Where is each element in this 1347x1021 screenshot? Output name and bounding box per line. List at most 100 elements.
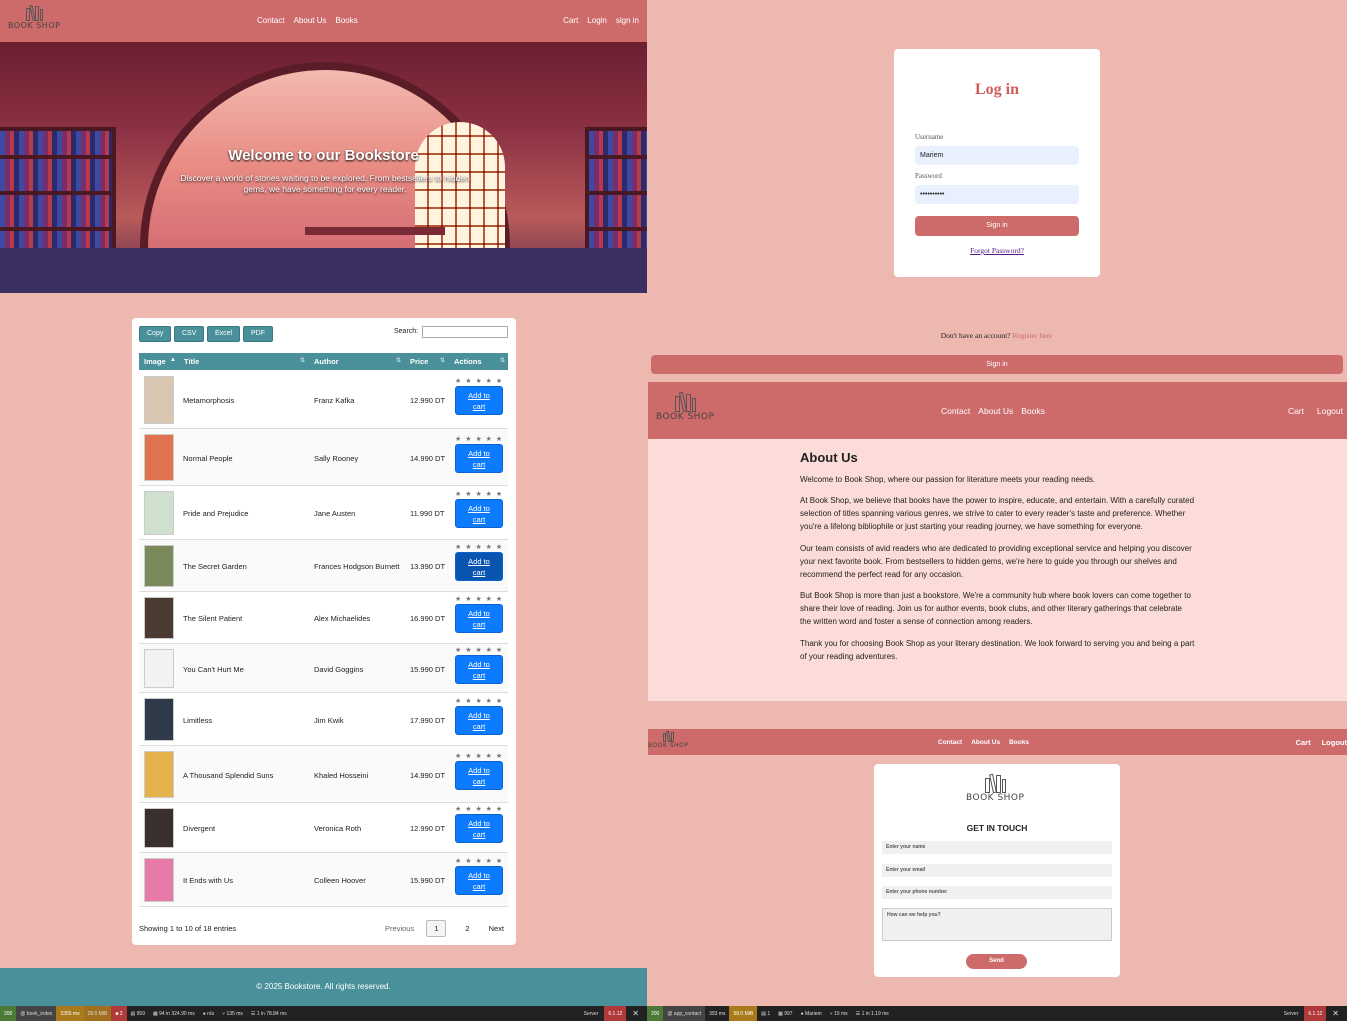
add-to-cart-button[interactable]: Add to cart: [455, 655, 503, 684]
server-info[interactable]: Server: [1284, 1011, 1299, 1017]
nav-about-link[interactable]: About Us: [971, 739, 1000, 746]
previous-page-button[interactable]: Previous: [385, 924, 414, 933]
csv-button[interactable]: CSV: [174, 326, 205, 342]
pagination: Previous 1 2 Next: [385, 920, 504, 937]
user-info[interactable]: ● Mariem: [797, 1006, 826, 1021]
rating-stars[interactable]: ★ ★ ★ ★ ★: [455, 857, 503, 865]
request-time[interactable]: 3355 ms: [56, 1006, 84, 1021]
brand-logo[interactable]: BOOK SHOP: [656, 391, 714, 422]
status-code[interactable]: 200: [0, 1006, 17, 1021]
book-author: Veronica Roth: [314, 824, 362, 833]
memory-usage[interactable]: 58.0 MiB: [729, 1006, 758, 1021]
nav-cart-link[interactable]: Cart: [1288, 406, 1304, 416]
add-to-cart-button[interactable]: Add to cart: [455, 761, 503, 790]
rating-stars[interactable]: ★ ★ ★ ★ ★: [455, 595, 503, 603]
book-cover-image: [144, 698, 174, 741]
nav-cart-link[interactable]: Cart: [1296, 738, 1311, 747]
logs-count[interactable]: ▤ 1: [757, 1006, 774, 1021]
rating-stars[interactable]: ★ ★ ★ ★ ★: [455, 543, 503, 551]
add-to-cart-button[interactable]: Add to cart: [455, 814, 503, 843]
table-row: Limitless Jim Kwik 17.990 DT ★ ★ ★ ★ ★ Add t…: [139, 693, 508, 746]
column-actions[interactable]: Actions: [454, 357, 482, 366]
nav-signin-link[interactable]: sign in: [616, 16, 639, 25]
rating-stars[interactable]: ★ ★ ★ ★ ★: [455, 435, 503, 443]
nav-books-link[interactable]: Books: [1021, 406, 1045, 416]
nav-contact-link[interactable]: Contact: [938, 739, 962, 746]
column-author[interactable]: Author: [314, 357, 339, 366]
cart-label: Add to: [468, 766, 490, 775]
close-icon[interactable]: ✕: [1332, 1009, 1339, 1018]
nav-books-link[interactable]: Books: [1009, 739, 1029, 746]
nav-about-link[interactable]: About Us: [978, 406, 1013, 416]
pdf-button[interactable]: PDF: [243, 326, 273, 342]
add-to-cart-button[interactable]: Add to cart: [455, 499, 503, 528]
rating-stars[interactable]: ★ ★ ★ ★ ★: [455, 646, 503, 654]
username-input[interactable]: Mariem: [915, 146, 1079, 165]
nav-logout-link[interactable]: Logout: [1317, 406, 1343, 416]
signin-button[interactable]: Sign in: [915, 216, 1079, 236]
phone-input[interactable]: Enter your phone number: [882, 886, 1112, 899]
nav-contact-link[interactable]: Contact: [257, 16, 285, 25]
rating-stars[interactable]: ★ ★ ★ ★ ★: [455, 752, 503, 760]
column-image[interactable]: Image: [144, 357, 166, 366]
rating-stars[interactable]: ★ ★ ★ ★ ★: [455, 490, 503, 498]
close-icon[interactable]: ✕: [632, 1009, 639, 1018]
add-to-cart-button[interactable]: Add to cart: [455, 604, 503, 633]
twig-time[interactable]: ⑂ 135 ms: [218, 1006, 247, 1021]
add-to-cart-button[interactable]: Add to cart: [455, 866, 503, 895]
rating-stars[interactable]: ★ ★ ★ ★ ★: [455, 805, 503, 813]
debug-toolbar-left: 200 @ book_index 3355 ms 28.0 MiB ■ 3 ▤ …: [0, 1006, 647, 1021]
search-input[interactable]: [422, 326, 508, 338]
add-to-cart-button[interactable]: Add to cart: [455, 552, 503, 581]
cart-label: cart: [472, 671, 486, 680]
symfony-version[interactable]: 6.1.12: [1304, 1006, 1327, 1021]
send-button[interactable]: Send: [966, 954, 1027, 969]
logs-count[interactable]: ▤ 959: [127, 1006, 149, 1021]
forgot-password-link[interactable]: Forgot Password?: [894, 246, 1100, 255]
table-row: Pride and Prejudice Jane Austen 11.990 DT ★…: [139, 486, 508, 540]
nav-books-link[interactable]: Books: [335, 16, 357, 25]
nav-contact-link[interactable]: Contact: [941, 406, 970, 416]
status-code[interactable]: 200: [647, 1006, 664, 1021]
copy-button[interactable]: Copy: [139, 326, 172, 342]
add-to-cart-button[interactable]: Add to cart: [455, 444, 503, 473]
page-1-button[interactable]: 1: [426, 920, 447, 937]
twig-time[interactable]: ⑂ 15 ms: [826, 1006, 852, 1021]
error-count-value: 3: [119, 1010, 123, 1017]
cache-stats[interactable]: ▦ 997: [774, 1006, 796, 1021]
symfony-version[interactable]: 6.1.12: [604, 1006, 627, 1021]
add-to-cart-button[interactable]: Add to cart: [455, 706, 503, 735]
next-page-button[interactable]: Next: [489, 924, 504, 933]
user-info[interactable]: ● n/a: [199, 1006, 218, 1021]
rating-stars[interactable]: ★ ★ ★ ★ ★: [455, 377, 503, 385]
route-name[interactable]: @ app_contact: [663, 1006, 706, 1021]
rating-stars[interactable]: ★ ★ ★ ★ ★: [455, 697, 503, 705]
add-to-cart-button[interactable]: Add to cart: [455, 386, 503, 415]
request-time[interactable]: 393 ms: [705, 1006, 729, 1021]
nav-logout-link[interactable]: Logout: [1322, 738, 1347, 747]
column-price[interactable]: Price: [410, 357, 428, 366]
password-input[interactable]: ••••••••••: [915, 185, 1079, 204]
error-count[interactable]: ■ 3: [111, 1006, 127, 1021]
page-2-button[interactable]: 2: [458, 921, 476, 936]
db-queries[interactable]: ☰ 1 in 1.19 ms: [852, 1006, 893, 1021]
password-label: Password: [915, 172, 942, 180]
message-textarea[interactable]: How can we help you?: [882, 908, 1112, 941]
db-queries[interactable]: ☰ 1 in 78.84 ms: [247, 1006, 291, 1021]
cart-label: Add to: [468, 711, 490, 720]
email-input[interactable]: Enter your email: [882, 864, 1112, 877]
brand-logo[interactable]: BOOK SHOP: [648, 730, 688, 749]
name-input[interactable]: Enter your name: [882, 841, 1112, 854]
brand-logo[interactable]: BOOK SHOP: [8, 4, 60, 30]
cache-stats[interactable]: ▦ 94 in 324.90 ms: [149, 1006, 199, 1021]
nav-about-link[interactable]: About Us: [294, 16, 327, 25]
signin-bar-button[interactable]: Sign in: [651, 355, 1343, 374]
server-info[interactable]: Server: [584, 1011, 599, 1017]
memory-usage[interactable]: 28.0 MiB: [83, 1006, 112, 1021]
nav-cart-link[interactable]: Cart: [563, 16, 578, 25]
route-name[interactable]: @ book_index: [16, 1006, 57, 1021]
excel-button[interactable]: Excel: [207, 326, 241, 342]
register-link[interactable]: Register here: [1012, 331, 1052, 340]
column-title[interactable]: Title: [184, 357, 199, 366]
nav-login-link[interactable]: Login: [587, 16, 607, 25]
